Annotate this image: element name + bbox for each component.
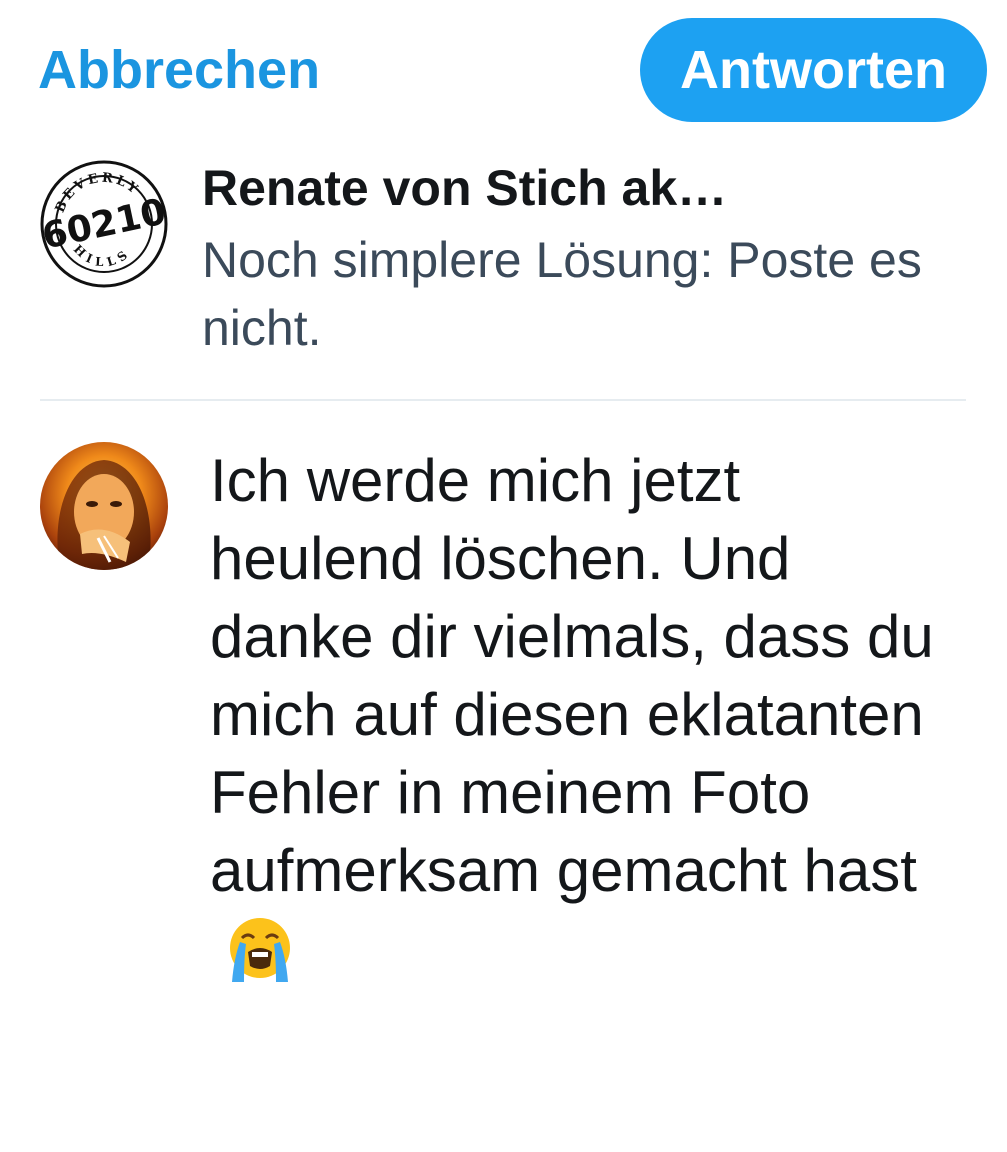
quoted-author-name: Renate von Stich ak…: [202, 160, 728, 216]
divider: [40, 399, 966, 401]
beverly-hills-90210-logo-icon: BEVERLY 60210 HILLS: [39, 160, 170, 288]
user-avatar[interactable]: [40, 442, 168, 570]
reply-text: Ich werde mich jetzt heulend löschen. Un…: [210, 447, 951, 904]
reply-text-input[interactable]: Ich werde mich jetzt heulend löschen. Un…: [210, 442, 970, 988]
quoted-tweet-text: Noch simplere Lösung: Poste es nicht.: [202, 232, 922, 356]
user-photo-icon: [40, 442, 168, 570]
reply-submit-button[interactable]: Antworten: [640, 18, 987, 122]
quoted-tweet: BEVERLY 60210 HILLS Renate von Stich ak……: [0, 140, 1007, 395]
compose-header: Abbrechen Antworten: [0, 0, 1007, 140]
loudly-crying-face-icon: [230, 918, 290, 983]
cancel-button[interactable]: Abbrechen: [38, 38, 320, 102]
reply-composer[interactable]: Ich werde mich jetzt heulend löschen. Un…: [0, 402, 1007, 1152]
avatar[interactable]: BEVERLY 60210 HILLS: [39, 160, 170, 288]
